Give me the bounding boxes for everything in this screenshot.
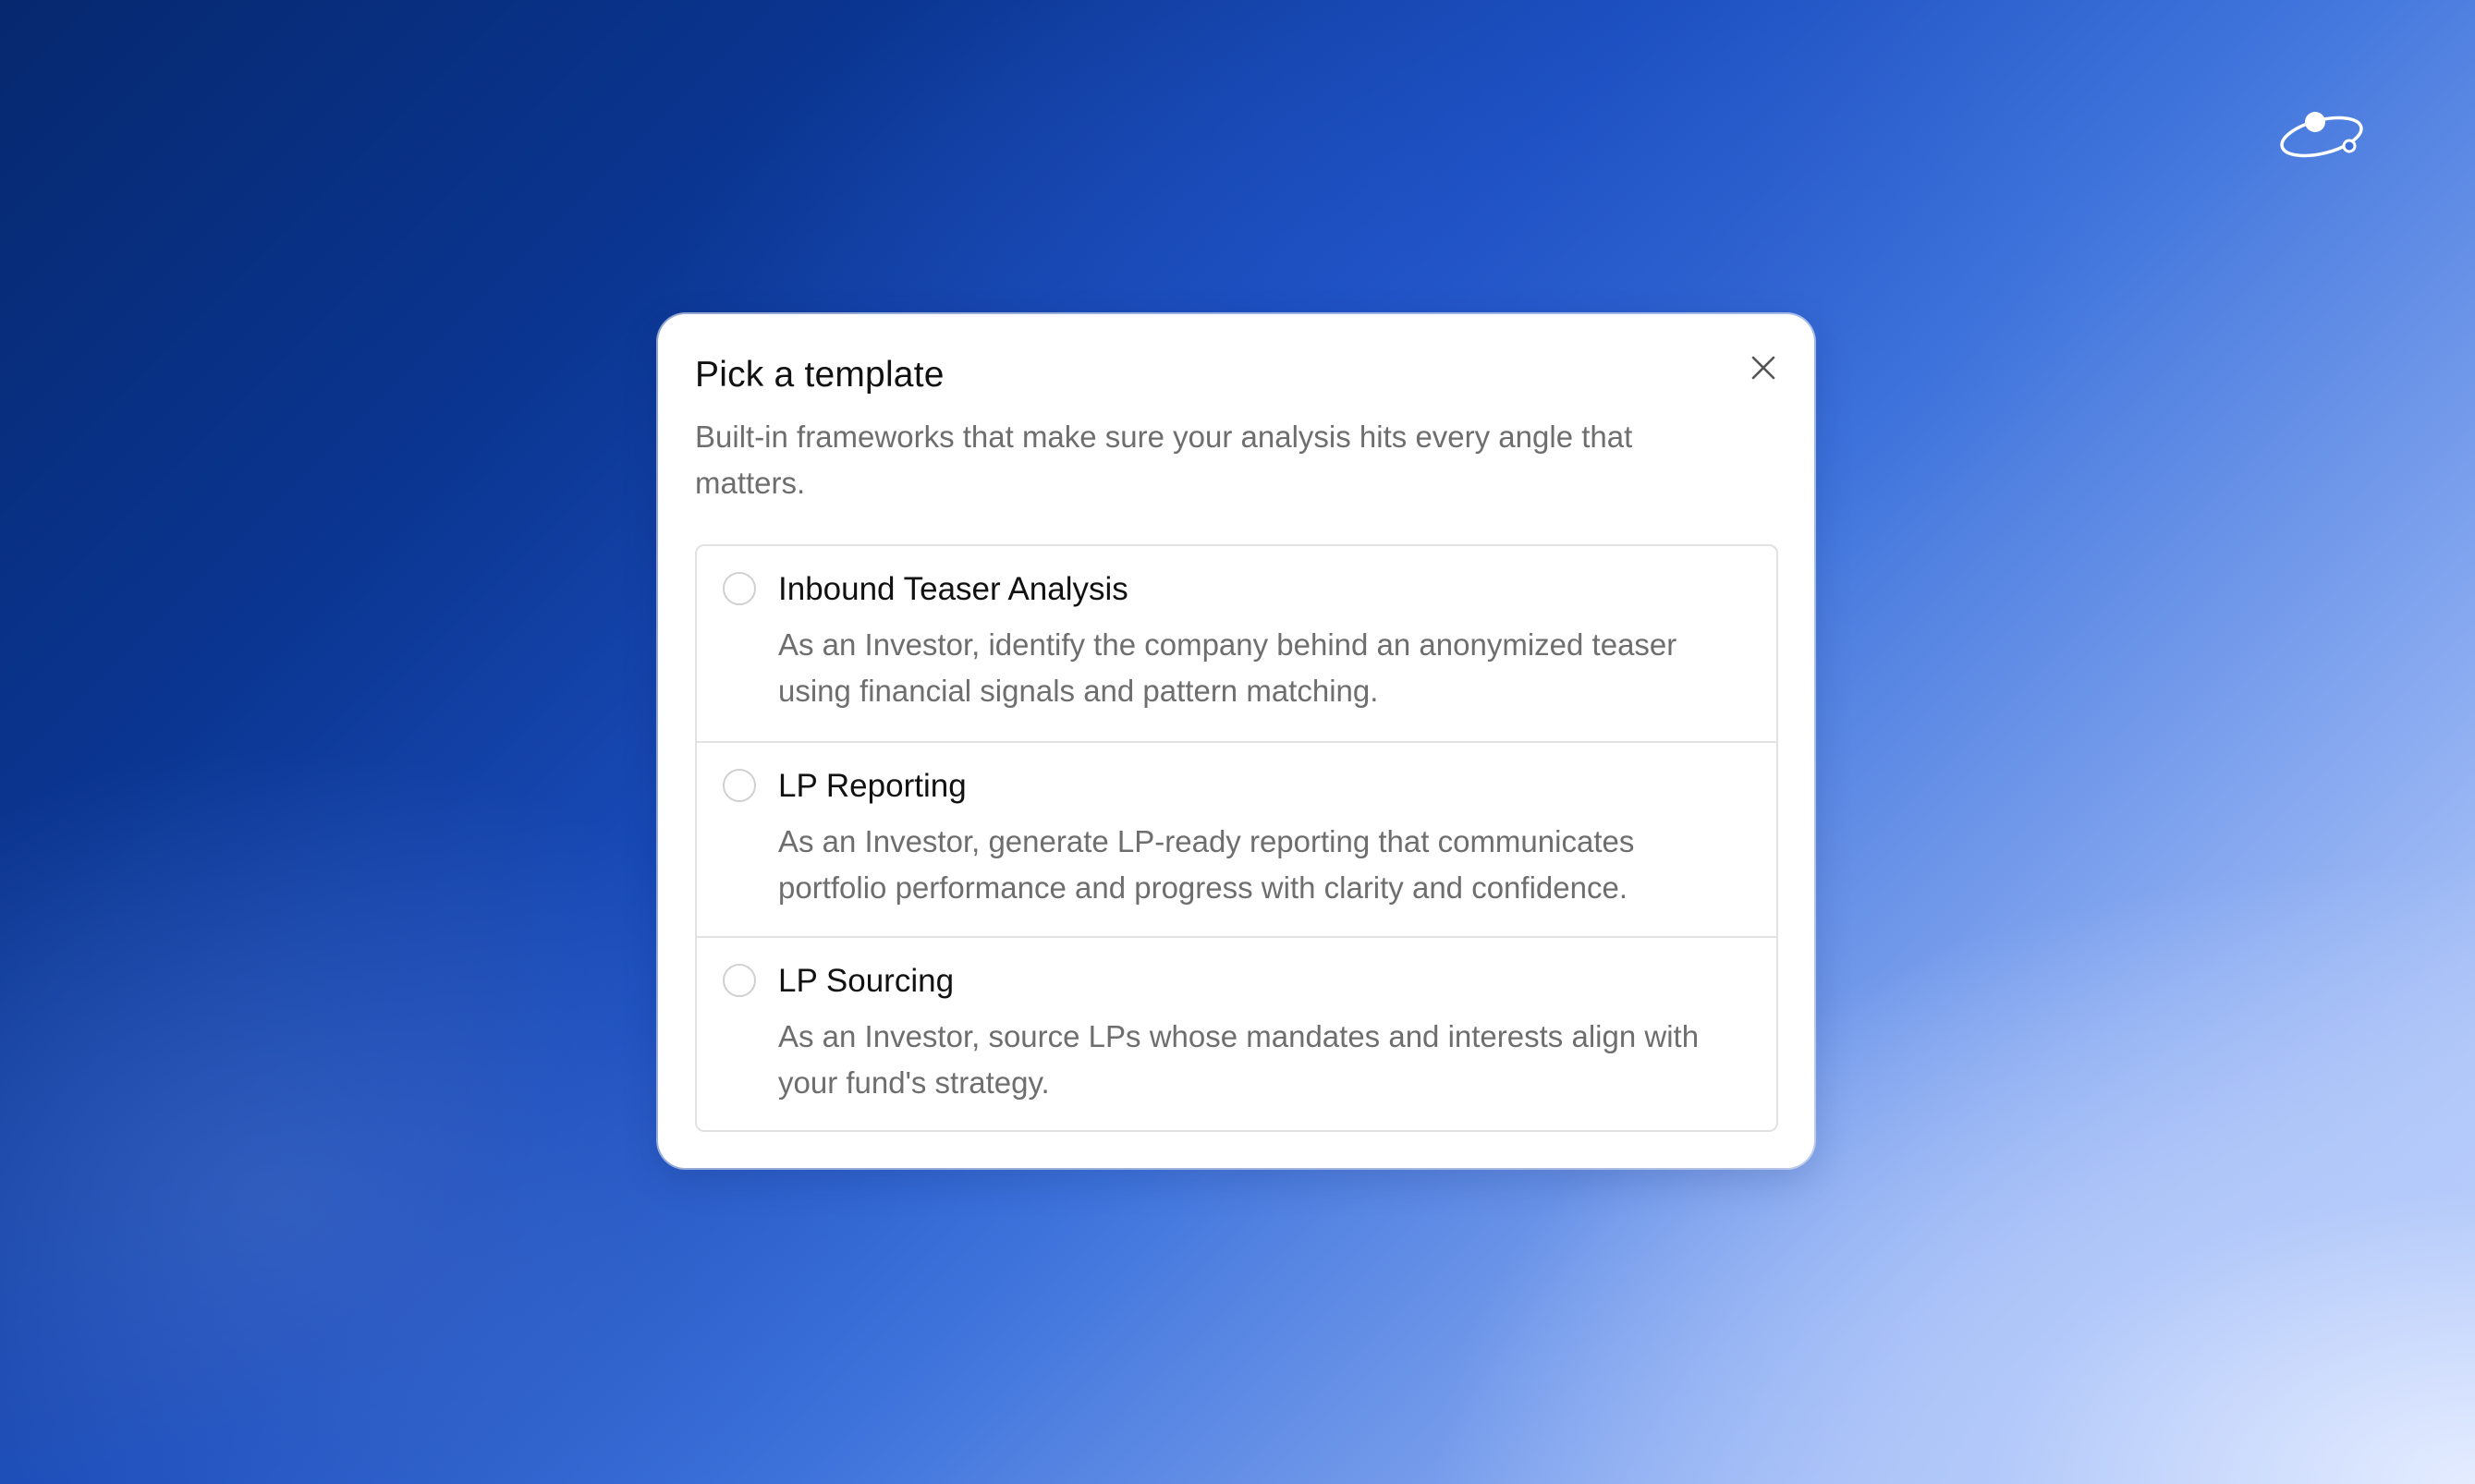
template-option-lp-sourcing[interactable]: LP Sourcing As an Investor, source LPs w… <box>697 936 1776 1130</box>
template-title: Inbound Teaser Analysis <box>778 571 1128 607</box>
close-icon <box>1751 356 1775 380</box>
template-option-inbound-teaser-analysis[interactable]: Inbound Teaser Analysis As an Investor, … <box>697 546 1776 741</box>
template-picker-dialog: Pick a template Built-in frameworks that… <box>658 314 1814 1168</box>
template-description: As an Investor, source LPs whose mandate… <box>778 1019 1700 1100</box>
template-description: As an Investor, generate LP-ready report… <box>778 824 1635 905</box>
template-option-lp-reporting[interactable]: LP Reporting As an Investor, generate LP… <box>697 741 1776 936</box>
orbit-logo-icon <box>2275 103 2368 168</box>
template-description: As an Investor, identify the company beh… <box>778 627 1677 708</box>
template-title: LP Sourcing <box>778 963 955 999</box>
template-list: Inbound Teaser Analysis As an Investor, … <box>695 544 1778 1132</box>
dialog-title: Pick a template <box>695 355 945 395</box>
radio-button[interactable] <box>723 572 756 605</box>
dialog-subtitle: Built-in frameworks that make sure your … <box>695 420 1633 500</box>
radio-button[interactable] <box>723 964 756 997</box>
template-title: LP Reporting <box>778 768 967 804</box>
close-button[interactable] <box>1743 347 1784 388</box>
radio-button[interactable] <box>723 769 756 802</box>
